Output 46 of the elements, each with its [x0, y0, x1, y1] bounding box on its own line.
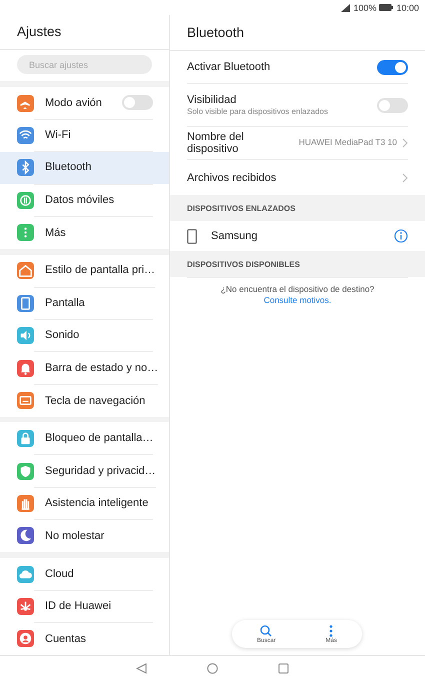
search-field[interactable]: Buscar ajustes [17, 55, 152, 74]
section-header: DISPOSITIVOS DISPONIBLES [187, 260, 300, 268]
battery-percent: 100% [353, 2, 376, 12]
setting-subtitle: Solo visible para dispositivos enlazados [187, 107, 329, 116]
info-icon[interactable] [394, 229, 408, 243]
sidebar-item[interactable]: Cloud [0, 558, 169, 590]
back-icon[interactable] [136, 663, 147, 674]
setting-label[interactable]: Archivos recibidos [187, 172, 397, 184]
toggle-switch[interactable] [377, 60, 408, 74]
sidebar-item[interactable]: Asistencia inteligente [0, 487, 169, 520]
search-icon [260, 624, 272, 636]
toggle-switch[interactable] [377, 98, 408, 112]
sidebar-item[interactable]: Seguridad y privacid… [0, 454, 169, 488]
section-header: DISPOSITIVOS ENLAZADOS [187, 204, 296, 212]
recents-icon[interactable] [278, 663, 289, 674]
sidebar-item[interactable]: Bloqueo de pantalla… [0, 422, 169, 455]
sidebar-item[interactable]: Barra de estado y no… [0, 352, 169, 384]
sidebar-item[interactable]: Datos móviles [0, 184, 169, 217]
sidebar-item[interactable]: No molestar [0, 520, 169, 552]
sidebar-title: Ajustes [17, 24, 62, 40]
home-icon[interactable] [207, 663, 218, 674]
clock: 10:00 [396, 2, 419, 12]
help-link[interactable]: Consulte motivos. [264, 295, 332, 306]
toggle-switch[interactable] [122, 95, 153, 110]
page-title: Bluetooth [187, 25, 244, 40]
setting-label: Nombre del dispositivo [187, 131, 245, 155]
battery-icon [379, 4, 394, 11]
sidebar-item[interactable]: Bluetooth [0, 152, 169, 184]
sidebar-item[interactable]: Pantalla [0, 287, 169, 320]
signal-icon [341, 4, 350, 12]
help-text: ¿No encuentra el dispositivo de destino? Consulte motivos. [187, 277, 408, 313]
sidebar-item[interactable]: Estilo de pantalla pri… [0, 254, 169, 288]
setting-value: HUAWEI MediaPad T3 10 [298, 137, 397, 149]
sidebar-item[interactable]: Sonido [0, 320, 169, 352]
sidebar-item[interactable]: Más [0, 216, 169, 249]
more-icon [329, 624, 334, 636]
sidebar-item[interactable]: Modo avión [0, 87, 169, 120]
chevron-icon [402, 172, 408, 182]
device-name: Samsung [210, 230, 258, 242]
sidebar-item[interactable]: Tecla de navegación [0, 384, 169, 417]
setting-label: Activar Bluetooth [187, 61, 272, 73]
chevron-icon [402, 138, 408, 148]
sidebar-item[interactable]: Cuentas [0, 622, 169, 655]
setting-label: Visibilidad [187, 94, 238, 106]
sidebar-item[interactable]: ID de Huawei [0, 590, 169, 623]
phone-icon [187, 228, 197, 244]
